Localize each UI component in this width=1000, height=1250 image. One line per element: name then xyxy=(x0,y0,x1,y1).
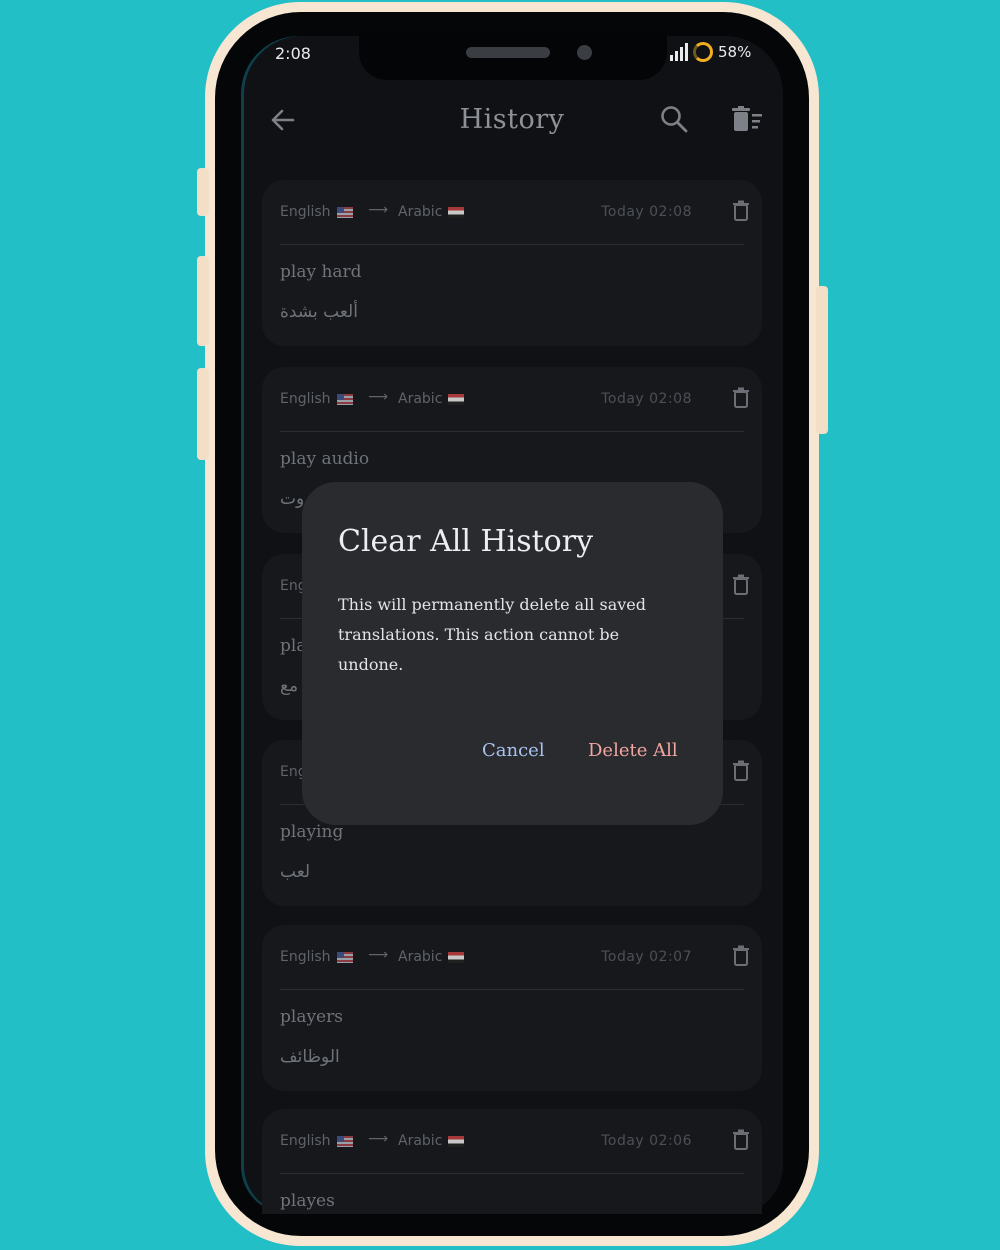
target-language: Arabic xyxy=(398,391,465,407)
card-header: English ⟶ Arabic Today 02:08 xyxy=(280,180,744,245)
arrow-right-icon: ⟶ xyxy=(368,947,389,963)
source-text: play hard xyxy=(280,262,362,282)
power-button xyxy=(816,286,828,434)
translated-text: وت xyxy=(280,489,305,509)
history-card[interactable]: English ⟶ Arabic Today 02:08 play hard أ… xyxy=(262,180,762,346)
us-flag-icon xyxy=(336,951,353,963)
arrow-right-icon: ⟶ xyxy=(368,202,389,218)
timestamp: Today 02:07 xyxy=(601,949,692,965)
egypt-flag-icon xyxy=(448,393,465,405)
history-card[interactable]: English ⟶ Arabic Today 02:06 playes xyxy=(262,1109,762,1214)
signal-icon xyxy=(670,43,688,61)
volume-button-middle xyxy=(197,256,209,346)
history-card[interactable]: English ⟶ Arabic Today 02:07 players الو… xyxy=(262,925,762,1091)
translated-text: لعب xyxy=(280,862,311,882)
source-text: play audio xyxy=(280,449,370,469)
card-header: English ⟶ Arabic Today 02:07 xyxy=(280,925,744,990)
source-text: players xyxy=(280,1007,343,1027)
translated-text: مع xyxy=(280,676,299,696)
delete-all-button[interactable]: Delete All xyxy=(588,740,678,761)
timestamp: Today 02:06 xyxy=(601,1133,692,1149)
source-text: playing xyxy=(280,822,344,842)
card-header: English ⟶ Arabic Today 02:08 xyxy=(280,367,744,432)
egypt-flag-icon xyxy=(448,951,465,963)
cancel-button[interactable]: Cancel xyxy=(482,740,545,761)
timestamp: Today 02:08 xyxy=(601,204,692,220)
arrow-right-icon: ⟶ xyxy=(368,1131,389,1147)
trash-icon[interactable] xyxy=(732,760,750,786)
us-flag-icon xyxy=(336,393,353,405)
source-text: playes xyxy=(280,1191,335,1211)
trash-icon[interactable] xyxy=(732,1129,750,1155)
timestamp: Today 02:08 xyxy=(601,391,692,407)
page-title: History xyxy=(459,104,565,135)
dialog-message: This will permanently delete all saved t… xyxy=(338,595,646,674)
egypt-flag-icon xyxy=(448,1135,465,1147)
trash-icon[interactable] xyxy=(732,574,750,600)
search-icon[interactable] xyxy=(659,104,689,138)
translated-text: الوظائف xyxy=(280,1047,340,1067)
volume-button-bottom xyxy=(197,368,209,460)
source-language: English xyxy=(280,391,353,407)
speaker-grille xyxy=(466,47,550,58)
trash-icon[interactable] xyxy=(732,387,750,413)
source-language: English xyxy=(280,204,353,220)
card-header: English ⟶ Arabic Today 02:06 xyxy=(280,1109,744,1174)
front-camera xyxy=(577,45,592,60)
app-header: History xyxy=(241,90,783,154)
dialog-title: Clear All History xyxy=(338,524,594,559)
source-language: English xyxy=(280,949,353,965)
trash-icon[interactable] xyxy=(732,945,750,971)
battery-icon xyxy=(693,42,713,62)
arrow-right-icon: ⟶ xyxy=(368,389,389,405)
clear-all-icon[interactable] xyxy=(731,106,765,138)
target-language: Arabic xyxy=(398,949,465,965)
status-time: 2:08 xyxy=(275,44,311,63)
volume-button-top xyxy=(197,168,209,216)
target-language: Arabic xyxy=(398,1133,465,1149)
translated-text: ألعب بشدة xyxy=(280,302,358,322)
clear-history-dialog: Clear All History This will permanently … xyxy=(302,482,723,825)
target-language: Arabic xyxy=(398,204,465,220)
trash-icon[interactable] xyxy=(732,200,750,226)
source-language: English xyxy=(280,1133,353,1149)
us-flag-icon xyxy=(336,206,353,218)
status-indicators: 58% xyxy=(670,42,751,62)
us-flag-icon xyxy=(336,1135,353,1147)
egypt-flag-icon xyxy=(448,206,465,218)
battery-percent: 58% xyxy=(718,43,752,61)
